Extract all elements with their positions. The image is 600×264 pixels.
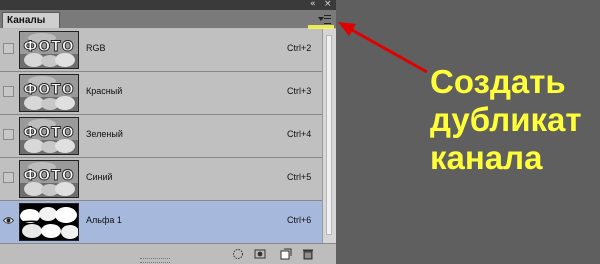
annotation-line: Создать — [430, 63, 566, 100]
annotation-text: Создать дубликат канала — [430, 63, 582, 177]
annotation-line: канала — [430, 139, 543, 176]
annotation-line: дубликат — [430, 101, 582, 138]
